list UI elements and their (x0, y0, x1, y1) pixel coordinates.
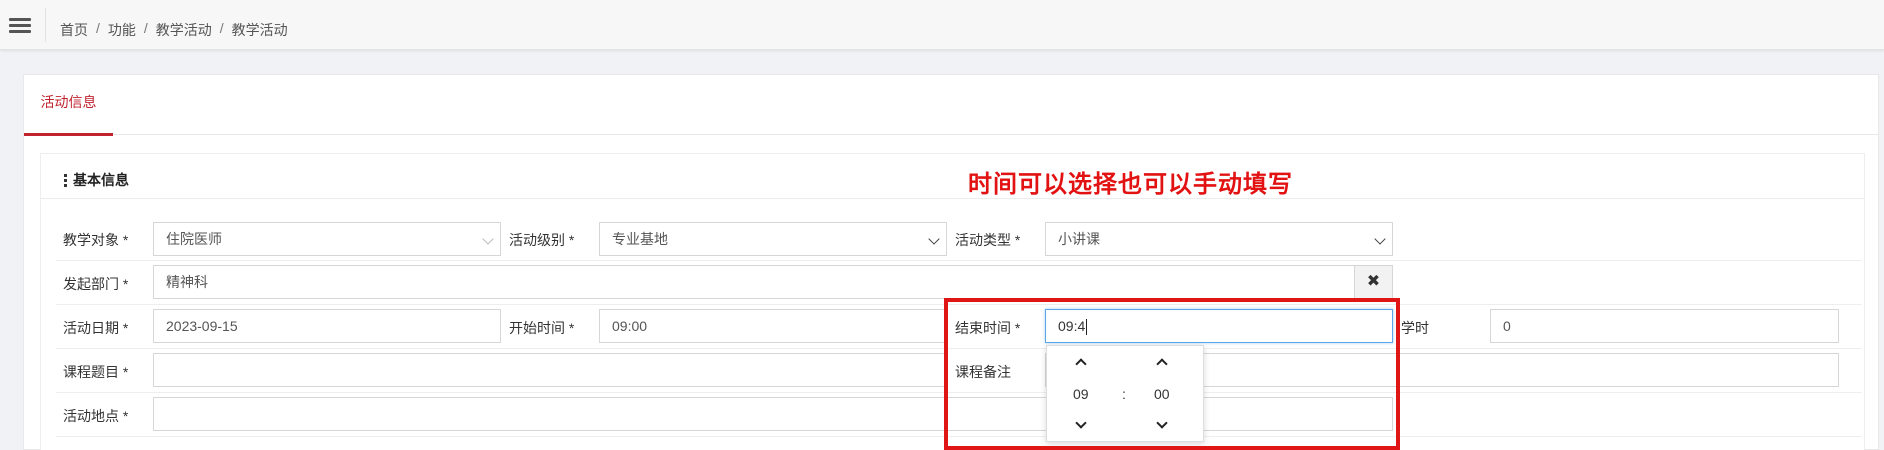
breadcrumb-item-home[interactable]: 首页 (60, 20, 88, 40)
chevron-up-icon (1156, 358, 1168, 370)
hours-value: 0 (1503, 318, 1511, 334)
level-value: 专业基地 (612, 231, 668, 247)
minute-decrement-button[interactable] (1147, 414, 1177, 438)
start-time-label: 开始时间 * (509, 320, 575, 336)
row-divider (56, 436, 1862, 437)
breadcrumb-separator: / (143, 20, 148, 36)
chevron-down-icon (1374, 233, 1386, 245)
close-icon: ✖ (1366, 273, 1381, 290)
hours-input[interactable]: 0 (1490, 309, 1839, 343)
hour-increment-button[interactable] (1066, 350, 1096, 374)
breadcrumb-separator: / (96, 20, 100, 36)
location-input[interactable] (153, 397, 1393, 431)
row-divider (56, 304, 1862, 305)
end-time-input[interactable]: 09:4 (1045, 309, 1393, 343)
navbar-divider (45, 8, 46, 42)
hours-label: 学时 (1401, 320, 1429, 336)
target-label: 教学对象 * (63, 232, 129, 248)
tab-activity-info[interactable]: 活动信息 (24, 75, 113, 136)
course-title-label: 课程题目 * (63, 364, 129, 380)
time-separator: : (1122, 386, 1126, 402)
date-label: 活动日期 * (63, 320, 129, 336)
breadcrumb-item-teaching[interactable]: 教学活动 (156, 20, 212, 40)
row-divider (56, 348, 1862, 349)
breadcrumb-item-function[interactable]: 功能 (108, 20, 136, 40)
chevron-down-icon (928, 233, 940, 245)
annotation-note: 时间可以选择也可以手动填写 (968, 170, 1293, 198)
text-caret (1086, 319, 1088, 336)
department-field[interactable]: 精神科 (153, 265, 1355, 299)
section-title-text: 基本信息 (73, 172, 129, 188)
breadcrumb: 首页 / 功能 / 教学活动 / 教学活动 (60, 20, 288, 40)
hour-decrement-button[interactable] (1066, 414, 1096, 438)
location-label: 活动地点 * (63, 408, 129, 424)
end-time-value: 09:4 (1058, 318, 1086, 334)
date-value: 2023-09-15 (166, 318, 238, 334)
target-value: 住院医师 (166, 231, 222, 247)
hour-value[interactable]: 09 (1073, 386, 1089, 402)
end-time-label: 结束时间 * (955, 320, 1021, 336)
time-picker-dropdown: 09 : 00 (1046, 345, 1204, 442)
main-card: 活动信息 基本信息 (23, 74, 1879, 450)
section-title: 基本信息 (64, 170, 129, 190)
chevron-down-icon (482, 233, 494, 245)
type-label: 活动类型 * (955, 232, 1021, 248)
chevron-up-icon (1075, 358, 1087, 370)
breadcrumb-separator: / (219, 20, 224, 36)
level-select[interactable]: 专业基地 (599, 222, 947, 256)
department-value: 精神科 (166, 274, 208, 290)
start-time-input[interactable]: 09:00 (599, 309, 947, 343)
type-value: 小讲课 (1058, 231, 1100, 247)
course-title-input[interactable] (153, 353, 947, 387)
level-label: 活动级别 * (509, 232, 575, 248)
department-clear-button[interactable]: ✖ (1354, 265, 1393, 299)
breadcrumb-item-current: 教学活动 (231, 22, 288, 38)
department-label: 发起部门 * (63, 276, 129, 292)
row-divider (56, 392, 1862, 393)
date-input[interactable]: 2023-09-15 (153, 309, 501, 343)
minute-value[interactable]: 00 (1154, 386, 1170, 402)
minute-increment-button[interactable] (1147, 350, 1177, 374)
course-note-label: 课程备注 (955, 364, 1011, 380)
row-divider (56, 260, 1862, 261)
chevron-down-icon (1156, 417, 1168, 429)
section-header: 基本信息 (41, 154, 1864, 199)
target-select[interactable]: 住院医师 (153, 222, 501, 256)
vertical-dots-icon (64, 173, 67, 189)
tab-bar: 活动信息 (24, 75, 1878, 136)
menu-toggle-icon[interactable] (9, 18, 31, 34)
type-select[interactable]: 小讲课 (1045, 222, 1393, 256)
chevron-down-icon (1075, 417, 1087, 429)
start-time-value: 09:00 (612, 318, 648, 334)
top-navbar: 首页 / 功能 / 教学活动 / 教学活动 (0, 0, 1884, 50)
